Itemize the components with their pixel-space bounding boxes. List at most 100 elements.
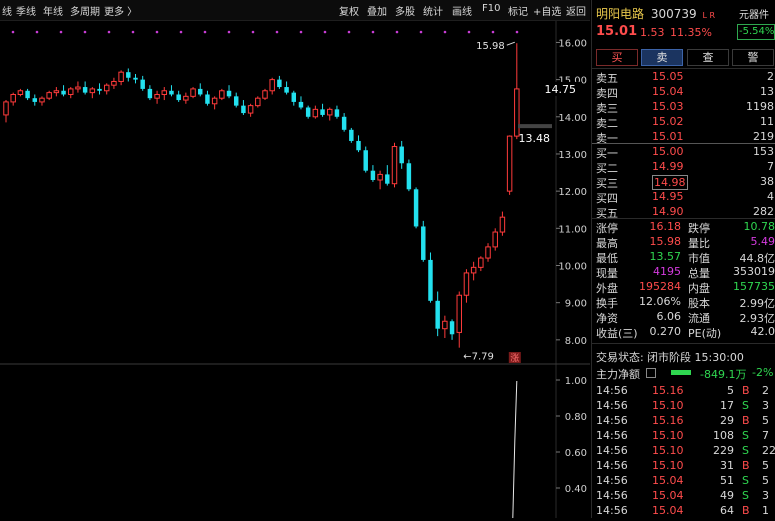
tick-count: 5	[762, 414, 769, 427]
ask-row[interactable]: 卖五 15.05 2	[592, 70, 775, 85]
tick-row: 14:56 15.04 64 B 1	[592, 504, 775, 519]
stock-name: 明阳电路	[596, 7, 644, 21]
sector-label[interactable]: 元器件	[739, 6, 769, 21]
tick-price: 15.04	[652, 504, 684, 517]
period-year-button[interactable]: 年线	[43, 3, 63, 18]
mark-button[interactable]: 标记	[508, 3, 528, 18]
stat-value: 2.99亿	[740, 295, 775, 311]
candle-body	[40, 98, 44, 102]
tick-price: 15.10	[652, 459, 684, 472]
price-change: 1.53	[640, 26, 665, 39]
event-marker	[276, 31, 279, 34]
tick-price: 15.16	[652, 414, 684, 427]
alert-button[interactable]: 警	[732, 49, 774, 66]
statistics-button[interactable]: 统计	[423, 3, 443, 18]
kline-chart-area[interactable]: 16.0015.0014.0013.0012.0011.0010.009.008…	[0, 21, 590, 518]
kline-chart[interactable]: 16.0015.0014.0013.0012.0011.0010.009.008…	[0, 21, 590, 518]
stat-value: 195284	[639, 280, 681, 293]
event-marker	[492, 31, 495, 34]
bid-volume: 282	[753, 205, 774, 218]
stat-label: 现量	[596, 265, 618, 281]
tick-price: 15.10	[652, 444, 684, 457]
ask-volume: 13	[760, 85, 774, 98]
price-tick-label: 9.00	[565, 299, 587, 310]
candle-body	[284, 87, 288, 93]
tick-count: 5	[762, 474, 769, 487]
candle-body	[500, 217, 504, 232]
candle-body	[205, 94, 209, 103]
overlay-button[interactable]: 叠加	[367, 3, 387, 18]
period-line-button[interactable]: 线	[2, 3, 12, 18]
stat-row: 收益(三) 0.270 PE(动) 42.0	[592, 325, 775, 340]
ask-row[interactable]: 卖二 15.02 11	[592, 115, 775, 130]
price-tick-label: 8.00	[565, 336, 587, 347]
stat-row: 涨停 16.18 跌停 10.78	[592, 220, 775, 235]
candle-body	[176, 94, 180, 100]
adjust-button[interactable]: 复权	[339, 3, 359, 18]
bid-price: 14.90	[652, 205, 684, 218]
bid-row[interactable]: 买一 15.00 153	[592, 145, 775, 160]
bid-row[interactable]: 买二 14.99 7	[592, 160, 775, 175]
ask-label: 卖三	[596, 100, 618, 116]
candle-body	[227, 91, 231, 97]
add-watchlist-button[interactable]: +自选	[533, 3, 561, 18]
buy-button[interactable]: 买	[596, 49, 638, 66]
stat-row: 外盘 195284 内盘 157735	[592, 280, 775, 295]
stat-label: 涨停	[596, 220, 618, 236]
stat-value: 0.270	[650, 325, 682, 338]
stock-tags: L R	[702, 11, 715, 20]
tick-row: 14:56 15.10 31 B 5	[592, 459, 775, 474]
multi-period-button[interactable]: 多周期	[70, 3, 100, 18]
ask-row[interactable]: 卖三 15.03 1198	[592, 100, 775, 115]
multi-stock-button[interactable]: 多股	[395, 3, 415, 18]
tick-side: B	[742, 384, 750, 397]
more-button[interactable]: 更多 〉	[104, 3, 137, 18]
candle-body	[486, 247, 490, 258]
stat-value: 15.98	[650, 235, 682, 248]
tick-time: 14:56	[596, 474, 628, 487]
ask-volume: 2	[767, 70, 774, 83]
stat-value: 16.18	[650, 220, 682, 233]
candle-body	[515, 89, 519, 136]
tick-row: 14:56 15.04 51 S 5	[592, 474, 775, 489]
candle-body	[399, 147, 403, 164]
candle-body	[169, 91, 173, 95]
stat-label: 外盘	[596, 280, 618, 296]
stat-value: 10.78	[744, 220, 775, 233]
ask-volume: 1198	[746, 100, 774, 113]
stat-label: 最高	[596, 235, 618, 251]
f10-button[interactable]: F10	[482, 3, 500, 14]
candle-body	[306, 107, 310, 116]
bid-price: 15.00	[652, 145, 684, 158]
trade-status: 交易状态: 闭市阶段 15:30:00	[592, 349, 775, 364]
tick-price: 15.04	[652, 474, 684, 487]
candle-body	[407, 163, 411, 189]
stat-row: 净资 6.06 流通 2.93亿	[592, 310, 775, 325]
candle-body	[90, 89, 94, 93]
event-marker	[468, 31, 471, 34]
candle-body	[126, 72, 130, 78]
candle-body	[83, 87, 87, 93]
period-season-button[interactable]: 季线	[16, 3, 36, 18]
tick-volume: 51	[720, 474, 734, 487]
query-button[interactable]: 查	[687, 49, 729, 66]
tick-count: 3	[762, 489, 769, 502]
candle-body	[342, 117, 346, 130]
calendar-icon[interactable]	[646, 368, 656, 378]
volume-tick-label: 0.40	[565, 484, 587, 495]
draw-line-button[interactable]: 画线	[452, 3, 472, 18]
ask-row[interactable]: 卖四 15.04 13	[592, 85, 775, 100]
candle-body	[313, 109, 317, 116]
price-tick-label: 13.00	[558, 150, 587, 161]
tick-row: 14:56 15.10 229 S 22	[592, 444, 775, 459]
stat-value: 12.06%	[639, 295, 681, 308]
bid-volume: 38	[760, 175, 774, 188]
bid-row[interactable]: 买三 14.98 38	[592, 175, 775, 190]
event-marker	[132, 31, 135, 34]
candle-body	[76, 87, 80, 89]
candle-body	[33, 98, 37, 102]
ask-label: 卖四	[596, 85, 618, 101]
back-button[interactable]: 返回	[566, 3, 586, 18]
sell-button[interactable]: 卖	[641, 49, 683, 66]
bid-row[interactable]: 买四 14.95 4	[592, 190, 775, 205]
